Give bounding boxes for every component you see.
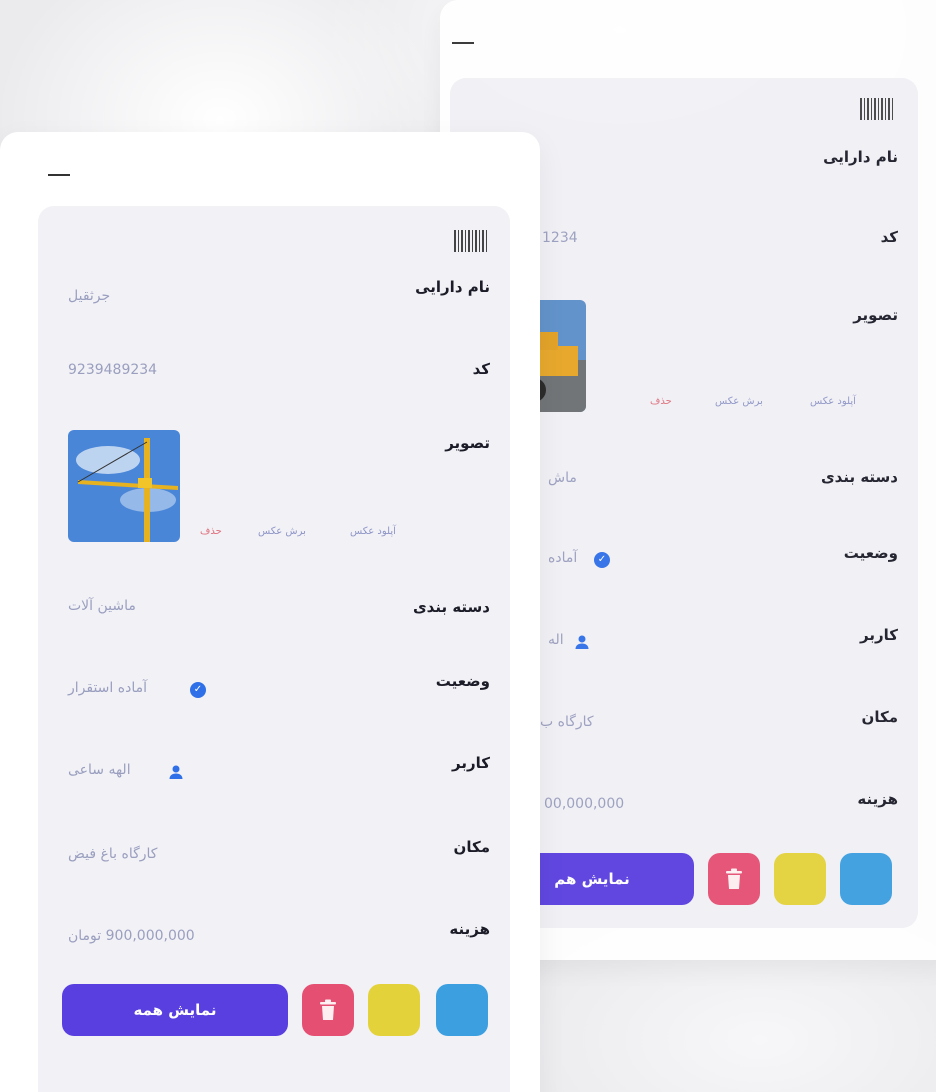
- trash-icon: [726, 868, 742, 889]
- upload-image-link[interactable]: آپلود عکس: [810, 396, 856, 407]
- delete-image-link[interactable]: حذف: [650, 396, 672, 407]
- label-user: کاربر: [860, 626, 898, 644]
- label-image: تصویر: [853, 306, 898, 324]
- code-value: 1234: [542, 230, 578, 246]
- minimize-icon[interactable]: [48, 174, 70, 176]
- asset-card-front: نام دارایی جرثقیل کد 9239489234 تصویر آپ…: [38, 206, 510, 1092]
- label-category: دسته بندی: [820, 468, 898, 486]
- location-value: کارگاه ب: [540, 714, 594, 730]
- label-code: کد: [472, 360, 490, 378]
- cost-value: 00,000,000: [544, 796, 625, 812]
- status-value: آماده استقرار: [68, 680, 147, 696]
- label-status: وضعیت: [843, 544, 898, 562]
- label-category: دسته بندی: [412, 598, 490, 616]
- label-cost: هزینه: [449, 920, 490, 938]
- category-value: ماشین آلات: [68, 598, 136, 614]
- status-value: آماده: [548, 550, 578, 566]
- crane-photo: [68, 430, 180, 542]
- delete-button[interactable]: [708, 853, 760, 905]
- show-all-button[interactable]: نمایش همه: [62, 984, 288, 1036]
- check-circle-icon: ✓: [190, 682, 206, 698]
- user-icon: [169, 765, 183, 779]
- label-code: کد: [880, 228, 898, 246]
- code-value: 9239489234: [68, 362, 158, 378]
- barcode-icon[interactable]: [860, 98, 894, 120]
- label-user: کاربر: [452, 754, 490, 772]
- blue-action-button[interactable]: [840, 853, 892, 905]
- asset-image[interactable]: [68, 430, 180, 542]
- label-asset-name: نام دارایی: [823, 148, 898, 166]
- user-value: الهه ساعی: [68, 762, 131, 778]
- category-value: ماش: [548, 470, 577, 486]
- cost-value: 900,000,000 تومان: [68, 928, 195, 944]
- label-status: وضعیت: [435, 672, 490, 690]
- crop-image-link[interactable]: برش عکس: [715, 396, 763, 407]
- blue-action-button[interactable]: [436, 984, 488, 1036]
- trash-icon: [320, 999, 336, 1020]
- label-asset-name: نام دارایی: [415, 278, 490, 296]
- delete-button[interactable]: [302, 984, 354, 1036]
- label-cost: هزینه: [857, 790, 898, 808]
- check-circle-icon: ✓: [594, 552, 610, 568]
- user-value: اله: [548, 632, 564, 648]
- crop-image-link[interactable]: برش عکس: [258, 526, 306, 537]
- delete-image-link[interactable]: حذف: [200, 526, 222, 537]
- yellow-action-button[interactable]: [368, 984, 420, 1036]
- label-image: تصویر: [445, 434, 490, 452]
- minimize-icon[interactable]: [452, 42, 474, 44]
- user-icon: [575, 635, 589, 649]
- asset-panel-front: نام دارایی جرثقیل کد 9239489234 تصویر آپ…: [0, 132, 540, 1092]
- asset-name-value: جرثقیل: [68, 288, 111, 304]
- upload-image-link[interactable]: آپلود عکس: [350, 526, 396, 537]
- label-location: مکان: [861, 708, 898, 726]
- barcode-icon[interactable]: [454, 230, 488, 252]
- location-value: کارگاه باغ فیض: [68, 846, 158, 862]
- yellow-action-button[interactable]: [774, 853, 826, 905]
- label-location: مکان: [453, 838, 490, 856]
